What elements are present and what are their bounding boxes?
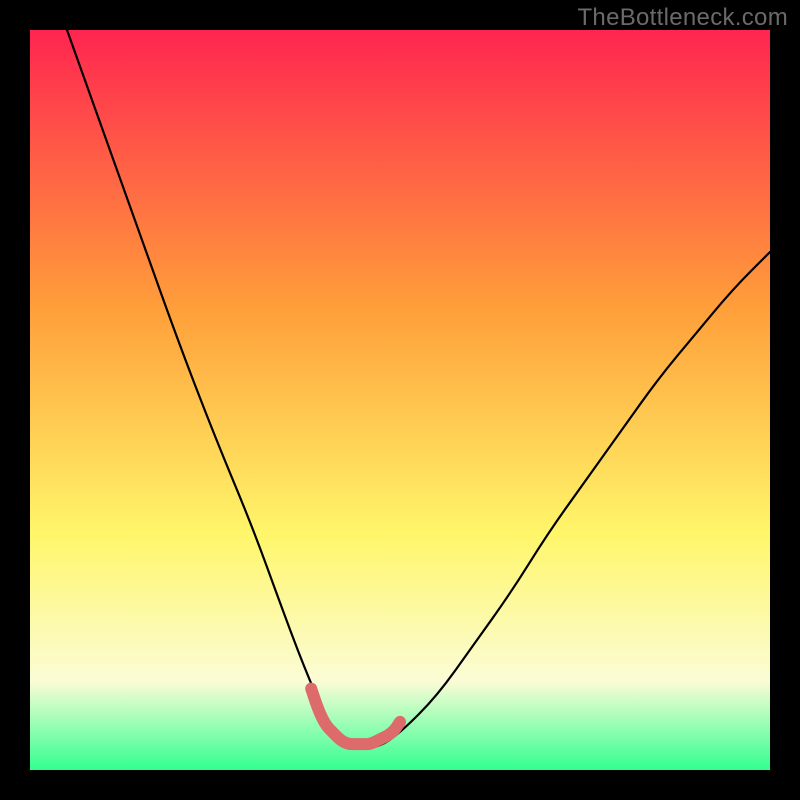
chart-container: TheBottleneck.com: [0, 0, 800, 800]
plot-area: [30, 30, 770, 770]
chart-svg: [30, 30, 770, 770]
watermark-text: TheBottleneck.com: [577, 4, 788, 32]
gradient-background: [30, 30, 770, 770]
